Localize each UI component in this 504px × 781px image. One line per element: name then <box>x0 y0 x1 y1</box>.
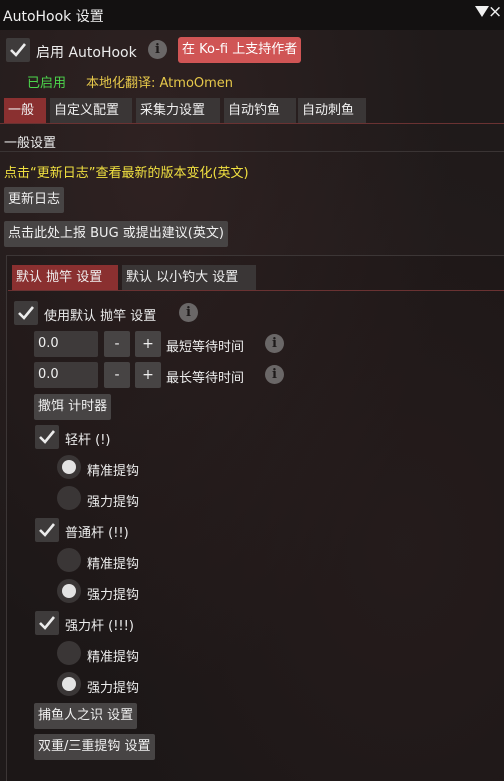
checkmark-icon <box>18 306 35 320</box>
checkmark-icon <box>39 430 56 444</box>
changelog-button[interactable]: 更新日志 <box>4 187 65 213</box>
light-powerful-hookset-radio[interactable] <box>57 486 81 510</box>
enable-autohook-checkbox[interactable] <box>6 38 30 62</box>
translator-credit: 本地化翻译: AtmoOmen <box>86 76 234 91</box>
tab-default-cast[interactable]: 默认 抛竿 设置 <box>12 265 118 290</box>
info-icon[interactable]: i <box>265 334 284 353</box>
fishers-intuition-settings-button[interactable]: 捕鱼人之识 设置 <box>34 703 138 729</box>
tab-default-mooch[interactable]: 默认 以小钓大 设置 <box>122 265 256 290</box>
bait-timer-button[interactable]: 撒饵 计时器 <box>34 394 112 420</box>
tab-general[interactable]: 一般 <box>4 98 46 123</box>
heavy-precision-hookset-label: 精准提钩 <box>87 650 140 665</box>
report-bug-button[interactable]: 点击此处上报 BUG 或提出建议(英文) <box>4 221 228 247</box>
max-wait-increment-button[interactable]: + <box>135 362 161 388</box>
heavy-tug-checkbox[interactable] <box>35 611 59 635</box>
max-wait-input[interactable]: 0.0 <box>34 362 98 388</box>
light-precision-hookset-label: 精准提钩 <box>87 464 140 479</box>
heavy-precision-hookset-radio[interactable] <box>57 641 81 665</box>
medium-precision-hookset-label: 精准提钩 <box>87 557 140 572</box>
light-powerful-hookset-label: 强力提钩 <box>87 495 140 510</box>
use-default-cast-label: 使用默认 抛竿 设置 <box>44 309 157 324</box>
triangle-down-icon[interactable] <box>475 6 489 17</box>
info-icon[interactable]: i <box>179 303 198 322</box>
min-wait-input[interactable]: 0.0 <box>34 331 98 357</box>
section-title: 一般设置 <box>4 136 57 151</box>
checkmark-icon <box>39 616 56 630</box>
min-wait-decrement-button[interactable]: - <box>104 331 130 357</box>
checkmark-icon <box>39 523 56 537</box>
close-icon[interactable]: × <box>488 4 502 21</box>
min-wait-label: 最短等待时间 <box>166 340 245 355</box>
light-precision-hookset-radio[interactable] <box>57 455 81 479</box>
light-tug-checkbox[interactable] <box>35 425 59 449</box>
light-tug-label: 轻杆 (!) <box>65 433 111 448</box>
autohook-window: AutoHook 设置 × 启用 AutoHook i 在 Ko-fi 上支持作… <box>0 0 504 781</box>
info-icon[interactable]: i <box>148 40 167 59</box>
changelog-notice: 点击“更新日志”查看最新的版本变化(英文) <box>4 166 249 181</box>
min-wait-increment-button[interactable]: + <box>135 331 161 357</box>
max-wait-decrement-button[interactable]: - <box>104 362 130 388</box>
medium-powerful-hookset-label: 强力提钩 <box>87 588 140 603</box>
medium-tug-label: 普通杆 (!!) <box>65 526 129 541</box>
medium-tug-checkbox[interactable] <box>35 518 59 542</box>
use-default-cast-checkbox[interactable] <box>14 301 38 325</box>
medium-precision-hookset-radio[interactable] <box>57 548 81 572</box>
tab-gp-settings[interactable]: 采集力设置 <box>136 98 220 123</box>
heavy-tug-label: 强力杆 (!!!) <box>65 619 134 634</box>
tab-auto-gig[interactable]: 自动刺鱼 <box>298 98 366 123</box>
medium-powerful-hookset-radio[interactable] <box>57 579 81 603</box>
info-icon[interactable]: i <box>265 365 284 384</box>
section-divider <box>0 151 504 152</box>
heavy-powerful-hookset-radio[interactable] <box>57 672 81 696</box>
title-bar: AutoHook 设置 × <box>0 0 504 30</box>
tab-divider <box>0 123 504 124</box>
checkmark-icon <box>10 43 27 57</box>
heavy-powerful-hookset-label: 强力提钩 <box>87 681 140 696</box>
tab-custom-presets[interactable]: 自定义配置 <box>50 98 132 123</box>
max-wait-label: 最长等待时间 <box>166 371 245 386</box>
kofi-support-button[interactable]: 在 Ko-fi 上支持作者 <box>178 37 302 63</box>
tab-auto-cast[interactable]: 自动钓鱼 <box>224 98 296 123</box>
subtab-divider <box>8 290 504 291</box>
double-triple-hook-settings-button[interactable]: 双重/三重提钩 设置 <box>34 734 155 760</box>
enable-autohook-label: 启用 AutoHook <box>36 45 137 61</box>
window-title: AutoHook 设置 <box>3 9 104 25</box>
status-text: 已启用 <box>27 76 67 91</box>
